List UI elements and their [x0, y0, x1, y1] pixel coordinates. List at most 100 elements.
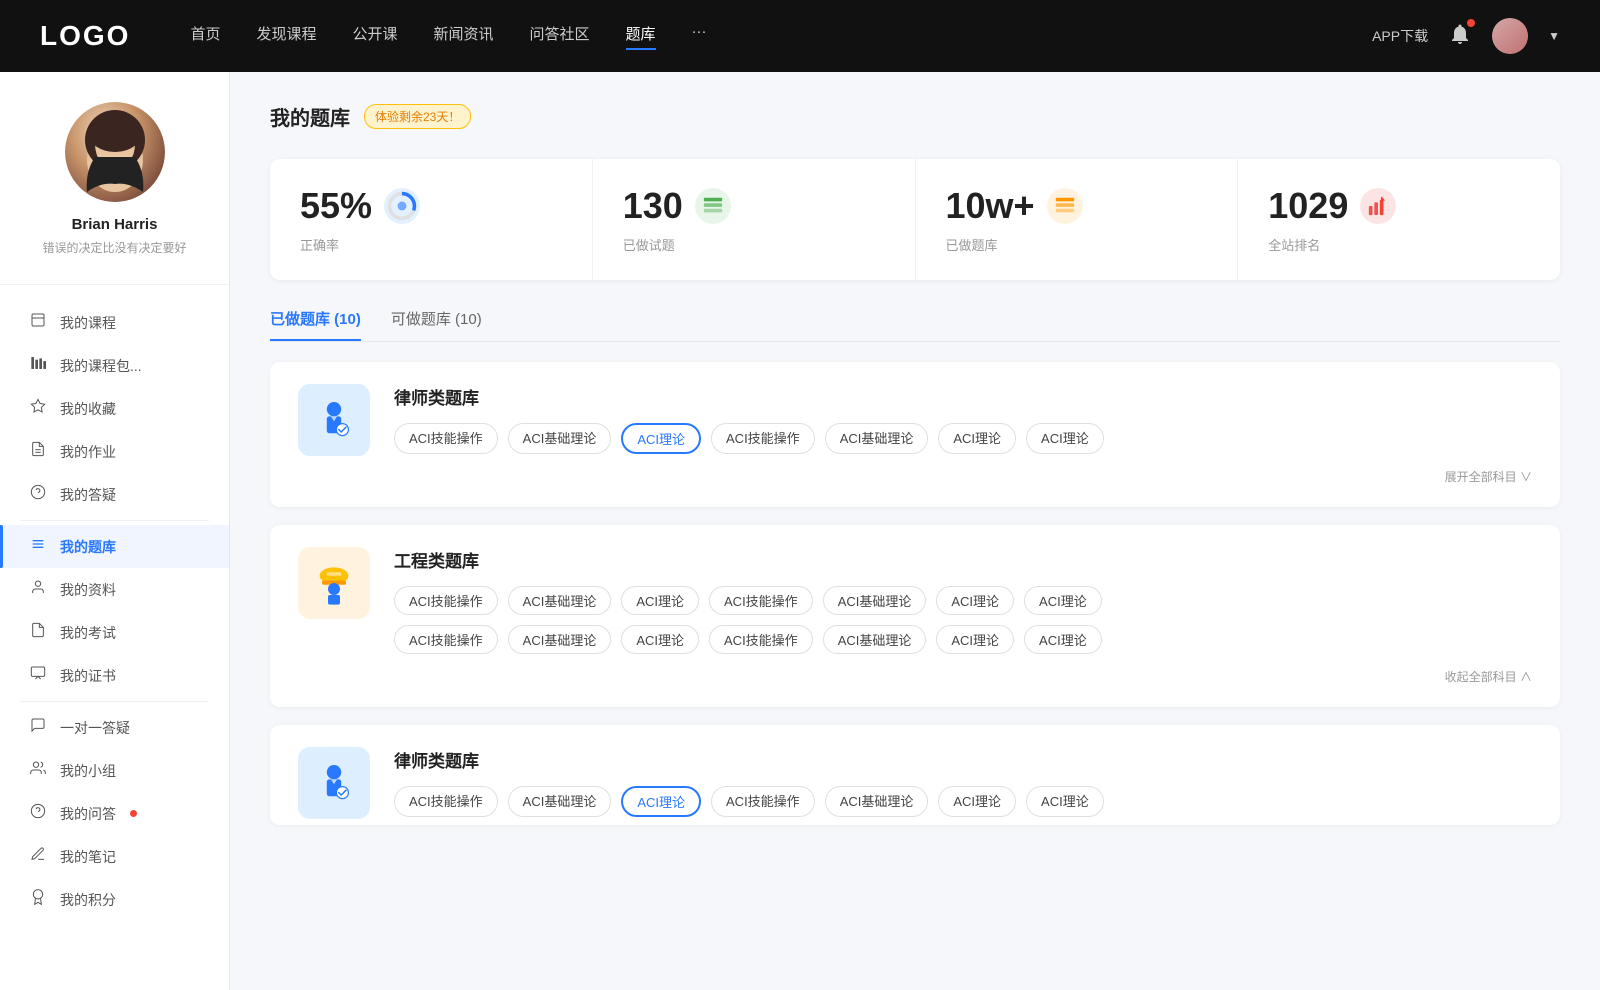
qbank-content-2: 工程类题库 ACI技能操作 ACI基础理论 ACI理论 ACI技能操作 ACI基…	[394, 547, 1532, 685]
tag-2-1[interactable]: ACI基础理论	[508, 786, 612, 817]
tag-2-4[interactable]: ACI基础理论	[825, 786, 929, 817]
sidebar-item-course-pkg[interactable]: 我的课程包...	[0, 344, 229, 387]
sidebar-item-my-course[interactable]: 我的课程	[0, 301, 229, 344]
page-title: 我的题库	[270, 102, 350, 131]
sidebar-divider-2	[20, 520, 209, 521]
tab-done-banks[interactable]: 已做题库 (10)	[270, 308, 361, 341]
qbank-card-lawyer-2: 律师类题库 ACI技能操作 ACI基础理论 ACI理论 ACI技能操作 ACI基…	[270, 725, 1560, 825]
tag-0-2-selected[interactable]: ACI理论	[621, 423, 701, 454]
nav-qa[interactable]: 问答社区	[530, 23, 590, 50]
sidebar-item-exam[interactable]: 我的考试	[0, 611, 229, 654]
stat-banks-top: 10w+	[946, 185, 1083, 227]
accuracy-icon	[384, 188, 420, 224]
stat-accuracy-top: 55%	[300, 185, 420, 227]
tag-1-r2-0[interactable]: ACI技能操作	[394, 625, 498, 654]
collapse-btn-engineer[interactable]: 收起全部科目 ∧	[394, 664, 1532, 685]
stat-rank: 1029 全站排名	[1238, 159, 1560, 280]
header-dropdown-arrow[interactable]: ▼	[1548, 29, 1560, 43]
sidebar: Brian Harris 错误的决定比没有决定要好 我的课程 我的课程包...	[0, 72, 230, 990]
profile-icon	[28, 579, 48, 600]
tag-0-5[interactable]: ACI理论	[938, 423, 1016, 454]
avatar-image	[1492, 18, 1528, 54]
tag-1-6[interactable]: ACI理论	[1024, 586, 1102, 615]
sidebar-item-my-qa[interactable]: 我的问答	[0, 792, 229, 835]
cert-icon	[28, 665, 48, 686]
profile-motto: 错误的决定比没有决定要好	[42, 239, 186, 256]
sidebar-item-homework[interactable]: 我的作业	[0, 430, 229, 473]
sidebar-item-cert[interactable]: 我的证书	[0, 654, 229, 697]
done-questions-icon	[695, 188, 731, 224]
tag-1-4[interactable]: ACI基础理论	[823, 586, 927, 615]
tabs-row: 已做题库 (10) 可做题库 (10)	[270, 308, 1560, 342]
tutoring-icon	[28, 717, 48, 738]
sidebar-item-profile[interactable]: 我的资料	[0, 568, 229, 611]
stat-rank-value: 1029	[1268, 185, 1348, 227]
tag-1-1[interactable]: ACI基础理论	[508, 586, 612, 615]
done-banks-icon	[1047, 188, 1083, 224]
sidebar-item-favorites[interactable]: 我的收藏	[0, 387, 229, 430]
tag-1-r2-4[interactable]: ACI基础理论	[823, 625, 927, 654]
nav-open-course[interactable]: 公开课	[352, 23, 397, 50]
tag-1-r2-2[interactable]: ACI理论	[621, 625, 699, 654]
sidebar-label-exam: 我的考试	[60, 623, 116, 643]
sidebar-item-points[interactable]: 我的积分	[0, 878, 229, 921]
tag-0-4[interactable]: ACI基础理论	[825, 423, 929, 454]
my-qa-icon	[28, 803, 48, 824]
sidebar-label-notes: 我的笔记	[60, 847, 116, 867]
nav-discover[interactable]: 发现课程	[256, 23, 316, 50]
stat-done-value: 130	[623, 185, 683, 227]
tag-1-r2-1[interactable]: ACI基础理论	[508, 625, 612, 654]
tag-0-0[interactable]: ACI技能操作	[394, 423, 498, 454]
tag-2-6[interactable]: ACI理论	[1026, 786, 1104, 817]
sidebar-label-tutoring: 一对一答疑	[60, 718, 130, 738]
tag-0-1[interactable]: ACI基础理论	[508, 423, 612, 454]
tag-0-6[interactable]: ACI理论	[1026, 423, 1104, 454]
sidebar-label-homework: 我的作业	[60, 442, 116, 462]
tab-available-banks[interactable]: 可做题库 (10)	[391, 308, 482, 341]
tag-1-0[interactable]: ACI技能操作	[394, 586, 498, 615]
nav-qbank[interactable]: 题库	[626, 23, 656, 50]
sidebar-item-notes[interactable]: 我的笔记	[0, 835, 229, 878]
tag-1-r2-3[interactable]: ACI技能操作	[709, 625, 813, 654]
tags-row-lawyer-2: ACI技能操作 ACI基础理论 ACI理论 ACI技能操作 ACI基础理论 AC…	[394, 786, 1532, 817]
sidebar-item-tutoring[interactable]: 一对一答疑	[0, 706, 229, 749]
tag-2-3[interactable]: ACI技能操作	[711, 786, 815, 817]
tag-1-r2-5[interactable]: ACI理论	[936, 625, 1014, 654]
qa-icon	[28, 484, 48, 505]
nav-news[interactable]: 新闻资讯	[434, 23, 494, 50]
qbank-card-inner-2: 工程类题库 ACI技能操作 ACI基础理论 ACI理论 ACI技能操作 ACI基…	[298, 547, 1532, 685]
tag-1-5[interactable]: ACI理论	[936, 586, 1014, 615]
sidebar-menu: 我的课程 我的课程包... 我的收藏 我的作业	[0, 293, 229, 929]
sidebar-label-favorites: 我的收藏	[60, 399, 116, 419]
qbank-title-lawyer-1: 律师类题库	[394, 384, 1532, 409]
tag-1-r2-6[interactable]: ACI理论	[1024, 625, 1102, 654]
main-nav: 首页 发现课程 公开课 新闻资讯 问答社区 题库 ···	[190, 23, 1372, 50]
sidebar-profile: Brian Harris 错误的决定比没有决定要好	[0, 72, 229, 276]
app-download-btn[interactable]: APP下载	[1372, 26, 1428, 46]
nav-home[interactable]: 首页	[190, 23, 220, 50]
page-header: 我的题库 体验剩余23天！	[270, 102, 1560, 131]
group-icon	[28, 760, 48, 781]
tag-1-2[interactable]: ACI理论	[621, 586, 699, 615]
sidebar-label-points: 我的积分	[60, 890, 116, 910]
avatar[interactable]	[1492, 18, 1528, 54]
stat-done-questions: 130 已做试题	[593, 159, 916, 280]
sidebar-label-course-pkg: 我的课程包...	[60, 356, 142, 376]
tag-2-2-selected[interactable]: ACI理论	[621, 786, 701, 817]
sidebar-item-qa-my[interactable]: 我的答疑	[0, 473, 229, 516]
course-pkg-icon	[28, 355, 48, 376]
sidebar-label-cert: 我的证书	[60, 666, 116, 686]
tags-row-lawyer-1: ACI技能操作 ACI基础理论 ACI理论 ACI技能操作 ACI基础理论 AC…	[394, 423, 1532, 454]
notes-icon	[28, 846, 48, 867]
tag-0-3[interactable]: ACI技能操作	[711, 423, 815, 454]
nav-more[interactable]: ···	[692, 23, 707, 50]
sidebar-item-group[interactable]: 我的小组	[0, 749, 229, 792]
sidebar-item-qbank[interactable]: 我的题库	[0, 525, 229, 568]
header-right: APP下载 ▼	[1372, 18, 1560, 54]
notification-bell[interactable]	[1448, 22, 1472, 51]
sidebar-label-group: 我的小组	[60, 761, 116, 781]
expand-btn-lawyer-1[interactable]: 展开全部科目 ∨	[394, 464, 1532, 485]
tag-2-0[interactable]: ACI技能操作	[394, 786, 498, 817]
tag-1-3[interactable]: ACI技能操作	[709, 586, 813, 615]
tag-2-5[interactable]: ACI理论	[938, 786, 1016, 817]
